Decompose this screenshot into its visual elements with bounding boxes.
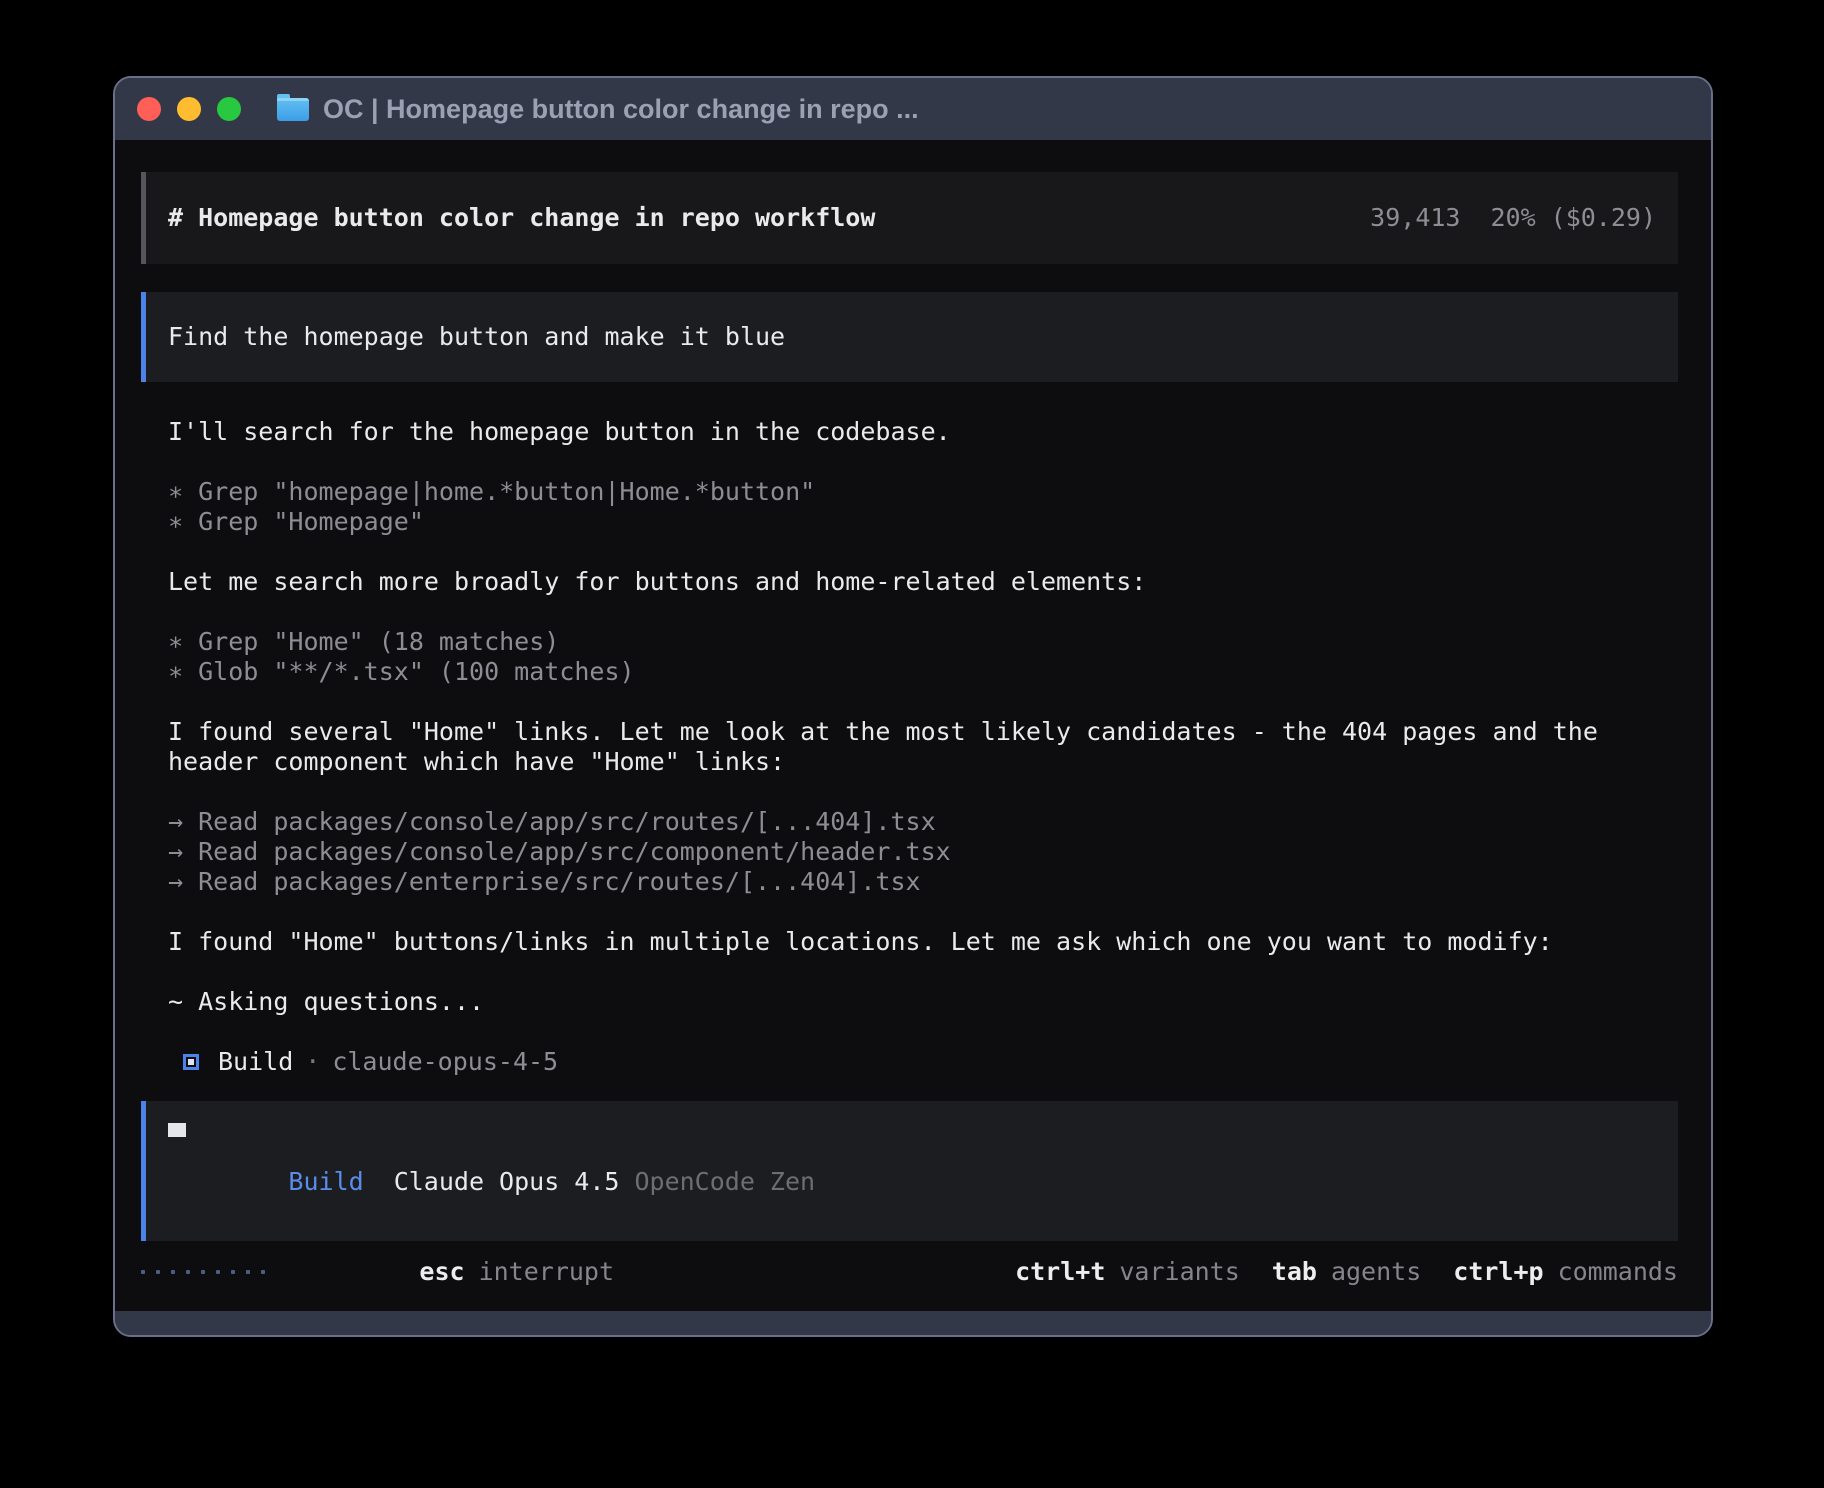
terminal-content: # Homepage button color change in repo w… (115, 140, 1711, 1311)
folder-icon (277, 98, 309, 121)
transcript-line (168, 687, 1678, 717)
transcript-line: → Read packages/enterprise/src/routes/[.… (168, 867, 1678, 897)
separator-dot: · (305, 1047, 320, 1077)
transcript-line: I found several "Home" links. Let me loo… (168, 717, 1678, 747)
transcript-line: ~ Asking questions... (168, 987, 1678, 1017)
shortcut-key: tab (1272, 1257, 1317, 1287)
shortcut-key: ctrl+t (1015, 1257, 1105, 1287)
user-message: Find the homepage button and make it blu… (141, 292, 1678, 382)
transcript-line: I'll search for the homepage button in t… (168, 417, 1678, 447)
terminal-window: OC | Homepage button color change in rep… (113, 76, 1713, 1337)
session-stats: 39,413 20% ($0.29) (1370, 203, 1656, 233)
transcript-line: header component which have "Home" links… (168, 747, 1678, 777)
close-button-icon[interactable] (137, 97, 161, 121)
shortcut-key: ctrl+p (1453, 1257, 1543, 1287)
shortcut-label: variants (1119, 1257, 1239, 1287)
transcript-line: I found "Home" buttons/links in multiple… (168, 927, 1678, 957)
minimize-button-icon[interactable] (177, 97, 201, 121)
spinner-dot (216, 1270, 220, 1274)
transcript-line (168, 957, 1678, 987)
transcript-line (168, 447, 1678, 477)
status-shortcuts: ctrl+t variants tab agents ctrl+p commands (983, 1257, 1678, 1287)
spinner-dot (246, 1270, 250, 1274)
transcript-line: ∗ Glob "**/*.tsx" (100 matches) (168, 657, 1678, 687)
transcript-line (168, 777, 1678, 807)
input-status-line: Build Claude Opus 4.5 OpenCode Zen (168, 1137, 1656, 1227)
active-agent: Build (288, 1167, 363, 1196)
agent-name: Build (218, 1047, 293, 1077)
zoom-button-icon[interactable] (217, 97, 241, 121)
shortcut-tab: tab agents (1272, 1257, 1421, 1287)
agent-footer: Build · claude-opus-4-5 (168, 1047, 1678, 1077)
prompt-input[interactable]: Build Claude Opus 4.5 OpenCode Zen (141, 1101, 1678, 1241)
shortcut-ctrl-p: ctrl+p commands (1453, 1257, 1678, 1287)
shortcut-label: interrupt (479, 1257, 614, 1286)
token-count: 39,413 (1370, 203, 1460, 232)
spinner-dot (171, 1270, 175, 1274)
agent-build-icon (183, 1054, 199, 1070)
user-message-text: Find the homepage button and make it blu… (168, 322, 785, 352)
transcript-line: → Read packages/console/app/src/componen… (168, 837, 1678, 867)
spinner-dot (261, 1270, 265, 1274)
transcript-line: ∗ Grep "homepage|home.*button|Home.*butt… (168, 477, 1678, 507)
transcript-line: ∗ Grep "Homepage" (168, 507, 1678, 537)
spinner-dot (156, 1270, 160, 1274)
spinner-dot (186, 1270, 190, 1274)
text-cursor (168, 1123, 186, 1137)
window-titlebar[interactable]: OC | Homepage button color change in rep… (115, 78, 1711, 140)
status-bar: escinterrupt ctrl+tvariantstabagentsctrl… (141, 1257, 1678, 1287)
session-cost: ($0.29) (1551, 203, 1656, 232)
shortcut-key: esc (419, 1257, 464, 1286)
session-header: # Homepage button color change in repo w… (141, 172, 1678, 264)
transcript-line: Let me search more broadly for buttons a… (168, 567, 1678, 597)
transcript: I'll search for the homepage button in t… (168, 417, 1678, 1017)
spinner-dot (201, 1270, 205, 1274)
window-title: OC | Homepage button color change in rep… (323, 94, 919, 125)
transcript-line (168, 597, 1678, 627)
shortcut-label: agents (1331, 1257, 1421, 1287)
shortcut-label: commands (1558, 1257, 1678, 1287)
spinner-dot (141, 1270, 145, 1274)
shortcut-esc: esc interrupt (299, 1227, 614, 1311)
model-provider: OpenCode Zen (634, 1167, 815, 1196)
shortcut-ctrl-t: ctrl+t variants (1015, 1257, 1240, 1287)
spinner-dots-icon (141, 1270, 265, 1274)
spinner-dot (231, 1270, 235, 1274)
transcript-line: ∗ Grep "Home" (18 matches) (168, 627, 1678, 657)
transcript-line: → Read packages/console/app/src/routes/[… (168, 807, 1678, 837)
transcript-line (168, 897, 1678, 927)
traffic-lights (137, 97, 241, 121)
transcript-line (168, 537, 1678, 567)
active-model: Claude Opus 4.5 (394, 1167, 620, 1196)
context-percent: 20% (1490, 203, 1535, 232)
session-title: # Homepage button color change in repo w… (168, 203, 875, 233)
agent-model: claude-opus-4-5 (332, 1047, 558, 1077)
window-bottom-strip (115, 1311, 1711, 1335)
